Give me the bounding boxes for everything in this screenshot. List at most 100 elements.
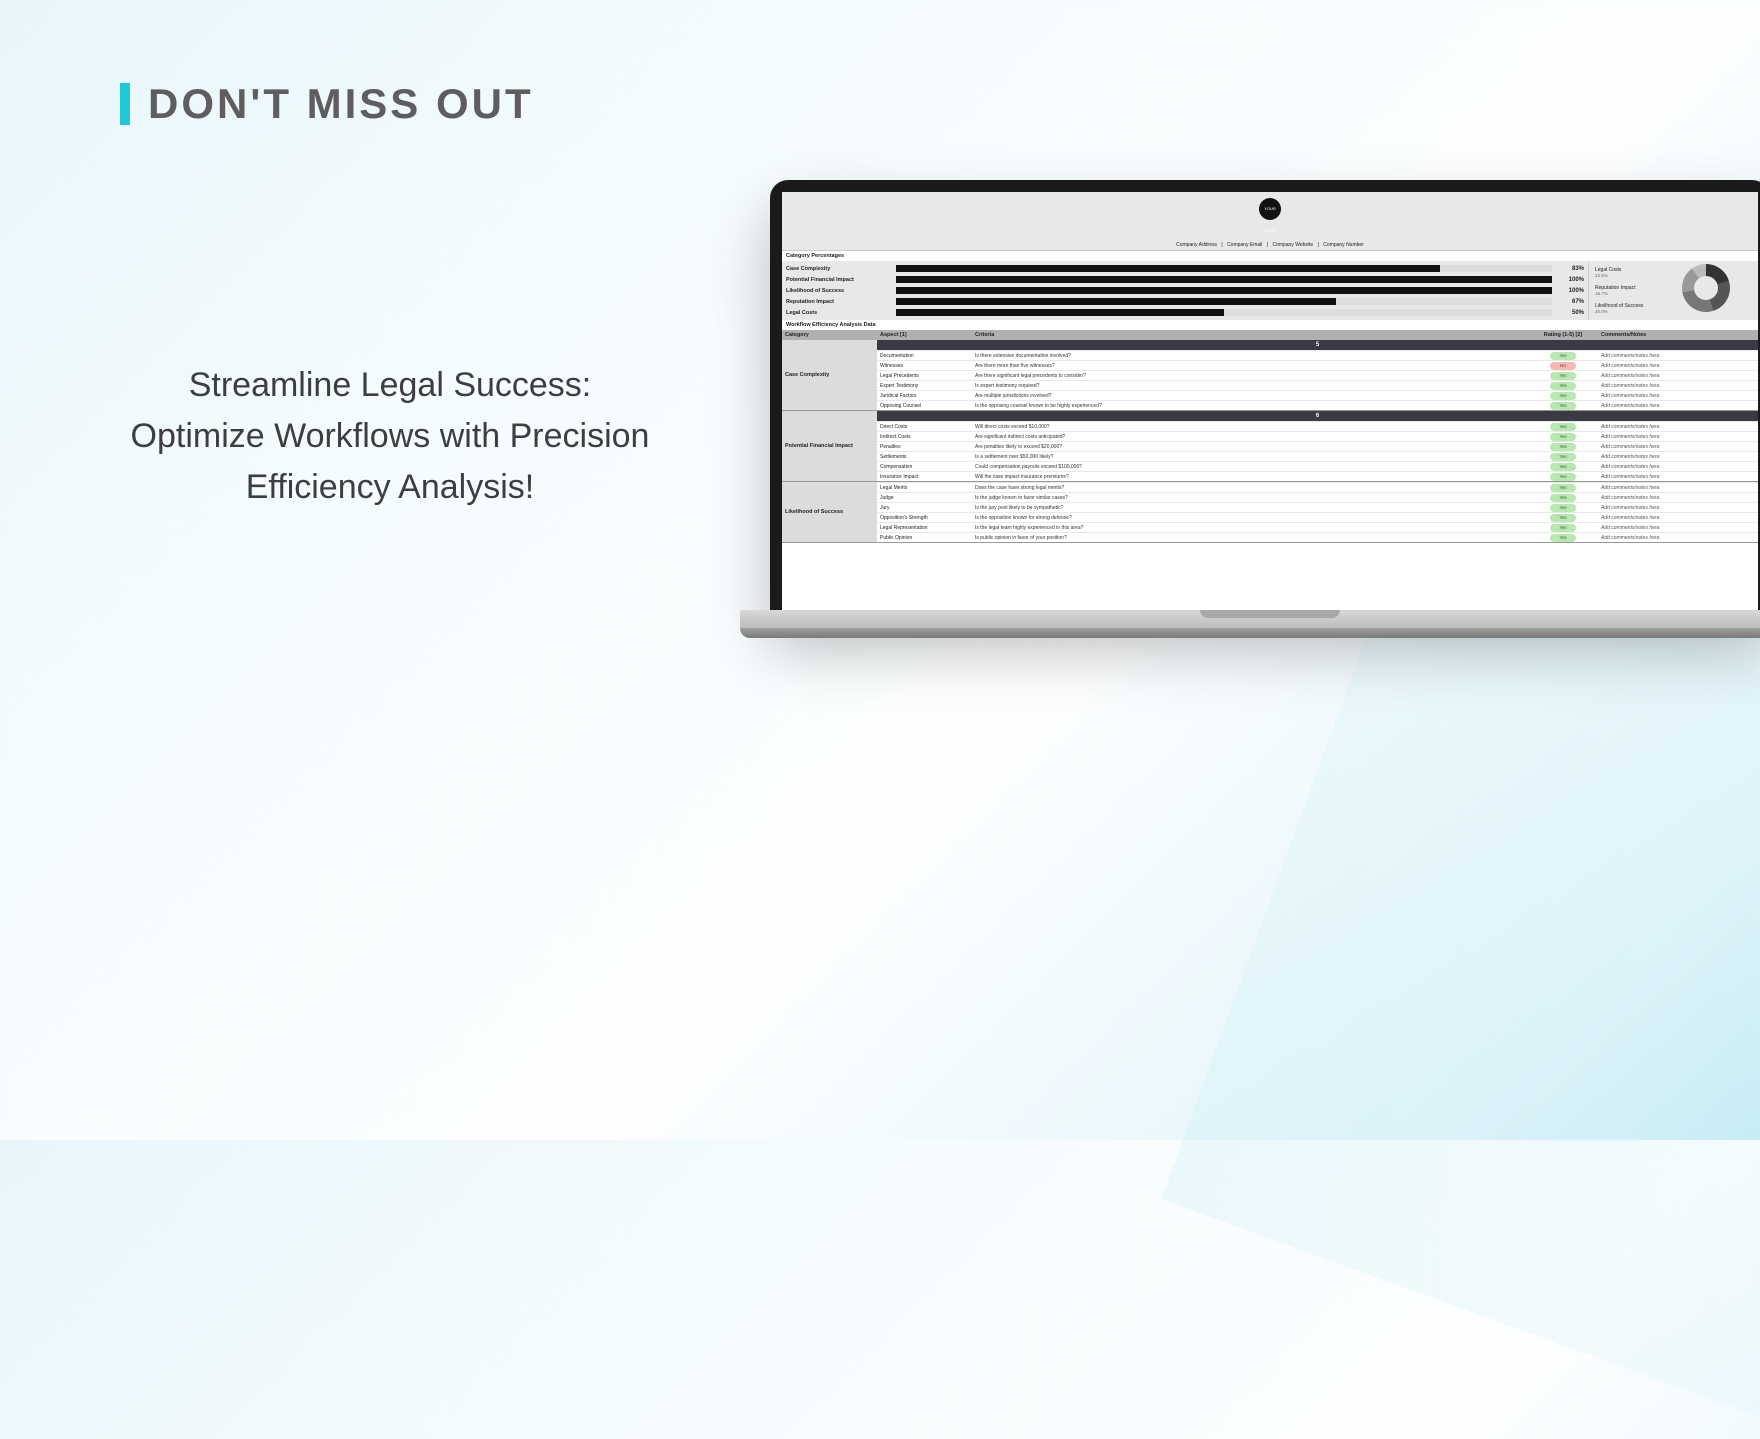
col-category: Category — [782, 330, 877, 340]
table-row: Direct CostsWill direct costs exceed $10… — [877, 421, 1758, 431]
accent-bar — [120, 83, 130, 125]
cell-criteria: Could compensation payouts exceed $100,0… — [972, 462, 1528, 472]
col-criteria: Criteria — [972, 330, 1528, 340]
pct-value: 83% — [1552, 266, 1584, 272]
pct-bar — [896, 309, 1552, 316]
cell-comments: Add comments/notes here. — [1598, 472, 1758, 482]
cell-aspect: Jury — [877, 503, 972, 513]
data-section-title: Workflow Efficiency Analysis Data — [782, 320, 1758, 330]
rating-header: 6 — [877, 411, 1758, 421]
cell-criteria: Is there extensive documentation involve… — [972, 351, 1528, 361]
cell-aspect: Legal Merits — [877, 483, 972, 493]
donut-chart — [1682, 264, 1730, 312]
pct-row: Legal Costs50% — [786, 307, 1584, 318]
cell-comments: Add comments/notes here. — [1598, 391, 1758, 401]
cell-criteria: Are there more than five witnesses? — [972, 361, 1528, 371]
cell-aspect: Judge — [877, 493, 972, 503]
rating-pill: Yes — [1550, 433, 1576, 441]
cell-aspect: Compensation — [877, 462, 972, 472]
tagline-text: Streamline Legal Success: Optimize Workf… — [120, 360, 660, 513]
legend-item: Likelihood of Success25.0% — [1595, 303, 1752, 314]
cell-comments: Add comments/notes here. — [1598, 493, 1758, 503]
rating-pill: Yes — [1550, 402, 1576, 410]
cell-comments: Add comments/notes here. — [1598, 371, 1758, 381]
pct-name: Legal Costs — [786, 310, 896, 316]
cell-aspect: Penalties — [877, 442, 972, 452]
cell-comments: Add comments/notes here. — [1598, 442, 1758, 452]
cell-criteria: Are penalties likely to exceed $20,000? — [972, 442, 1528, 452]
hero-title: DON'T MISS OUT — [148, 80, 534, 128]
pct-row: Case Complexity 83% — [786, 263, 1584, 274]
group-rows: 6Direct CostsWill direct costs exceed $1… — [877, 411, 1758, 481]
cell-aspect: Legal Precedents — [877, 371, 972, 381]
pct-bar — [896, 276, 1552, 283]
cell-aspect: Legal Representation — [877, 523, 972, 533]
pct-row: Reputation Impact 67% — [786, 296, 1584, 307]
rating-pill: Yes — [1550, 443, 1576, 451]
cell-aspect: Insurance Impact — [877, 472, 972, 482]
group-category: Likelihood of Success — [782, 482, 877, 542]
cell-comments: Add comments/notes here. — [1598, 432, 1758, 442]
cell-comments: Add comments/notes here. — [1598, 513, 1758, 523]
cell-comments: Add comments/notes here. — [1598, 523, 1758, 533]
table-header: Category Aspect [1] Criteria Rating (1-5… — [782, 330, 1758, 340]
table-row: CompensationCould compensation payouts e… — [877, 461, 1758, 471]
company-meta-row: Company Address | Company Email | Compan… — [782, 240, 1758, 251]
cell-comments: Add comments/notes here. — [1598, 401, 1758, 411]
cell-aspect: Juridical Factors — [877, 391, 972, 401]
pct-value: 100% — [1552, 288, 1584, 294]
pct-name: Case Complexity — [786, 266, 896, 272]
hero-heading: DON'T MISS OUT — [120, 80, 534, 128]
cell-criteria: Is the opposing counsel known to be high… — [972, 401, 1528, 411]
logo-row: YOUR LOGO — [782, 192, 1758, 240]
pct-bar — [896, 298, 1552, 305]
cell-aspect: Direct Costs — [877, 422, 972, 432]
table-row: Insurance ImpactWill the case impact ins… — [877, 471, 1758, 481]
table-row: Opposition's StrengthIs the opposition k… — [877, 512, 1758, 522]
cell-aspect: Witnesses — [877, 361, 972, 371]
pct-row: Potential Financial Impact 100% — [786, 274, 1584, 285]
table-row: DocumentationIs there extensive document… — [877, 350, 1758, 360]
pct-name: Potential Financial Impact — [786, 277, 896, 283]
table-row: Legal MeritsDoes the case have strong le… — [877, 482, 1758, 492]
pct-bar — [896, 287, 1552, 294]
cell-criteria: Are significant indirect costs anticipat… — [972, 432, 1528, 442]
cell-aspect: Opposing Counsel — [877, 401, 972, 411]
cell-criteria: Is public opinion in favor of your posit… — [972, 533, 1528, 543]
rating-pill: Yes — [1550, 494, 1576, 502]
pct-value: 100% — [1552, 277, 1584, 283]
rating-pill: Yes — [1550, 463, 1576, 471]
cell-criteria: Is the legal team highly experienced in … — [972, 523, 1528, 533]
meta-email: Company Email — [1227, 242, 1262, 248]
percentages-legend: Legal Costs12.5%Reputation Impact16.7%Li… — [1588, 261, 1758, 320]
cell-criteria: Does the case have strong legal merits? — [972, 483, 1528, 493]
table-row: PenaltiesAre penalties likely to exceed … — [877, 441, 1758, 451]
trackpad-notch — [1200, 610, 1340, 618]
rating-pill: Yes — [1550, 473, 1576, 481]
rating-pill: Yes — [1550, 484, 1576, 492]
cell-criteria: Is the judge known to favor similar case… — [972, 493, 1528, 503]
cell-comments: Add comments/notes here. — [1598, 483, 1758, 493]
pct-value: 67% — [1552, 299, 1584, 305]
table-row: SettlementsIs a settlement over $50,000 … — [877, 451, 1758, 461]
laptop-mockup: YOUR LOGO Company Address | Company Emai… — [740, 180, 1760, 720]
pct-name: Reputation Impact — [786, 299, 896, 305]
cell-comments: Add comments/notes here. — [1598, 351, 1758, 361]
cell-criteria: Is a settlement over $50,000 likely? — [972, 452, 1528, 462]
laptop-base-bottom — [740, 628, 1760, 638]
table-row: Expert TestimonyIs expert testimony requ… — [877, 380, 1758, 390]
percentages-area: Case Complexity 83% Potential Financial Im… — [782, 261, 1758, 320]
rating-pill: Yes — [1550, 423, 1576, 431]
table-row: JudgeIs the judge known to favor similar… — [877, 492, 1758, 502]
cell-criteria: Will the case impact insurance premiums? — [972, 472, 1528, 482]
cell-comments: Add comments/notes here. — [1598, 452, 1758, 462]
table-row: Legal RepresentationIs the legal team hi… — [877, 522, 1758, 532]
table-group: Case Complexity5DocumentationIs there ex… — [782, 340, 1758, 411]
cell-aspect: Indirect Costs — [877, 432, 972, 442]
pct-row: Likelihood of Success 100% — [786, 285, 1584, 296]
group-rows: Legal MeritsDoes the case have strong le… — [877, 482, 1758, 542]
pct-name: Likelihood of Success — [786, 288, 896, 294]
meta-number: Company Number — [1323, 242, 1364, 248]
cell-criteria: Will direct costs exceed $10,000? — [972, 422, 1528, 432]
cell-comments: Add comments/notes here. — [1598, 462, 1758, 472]
